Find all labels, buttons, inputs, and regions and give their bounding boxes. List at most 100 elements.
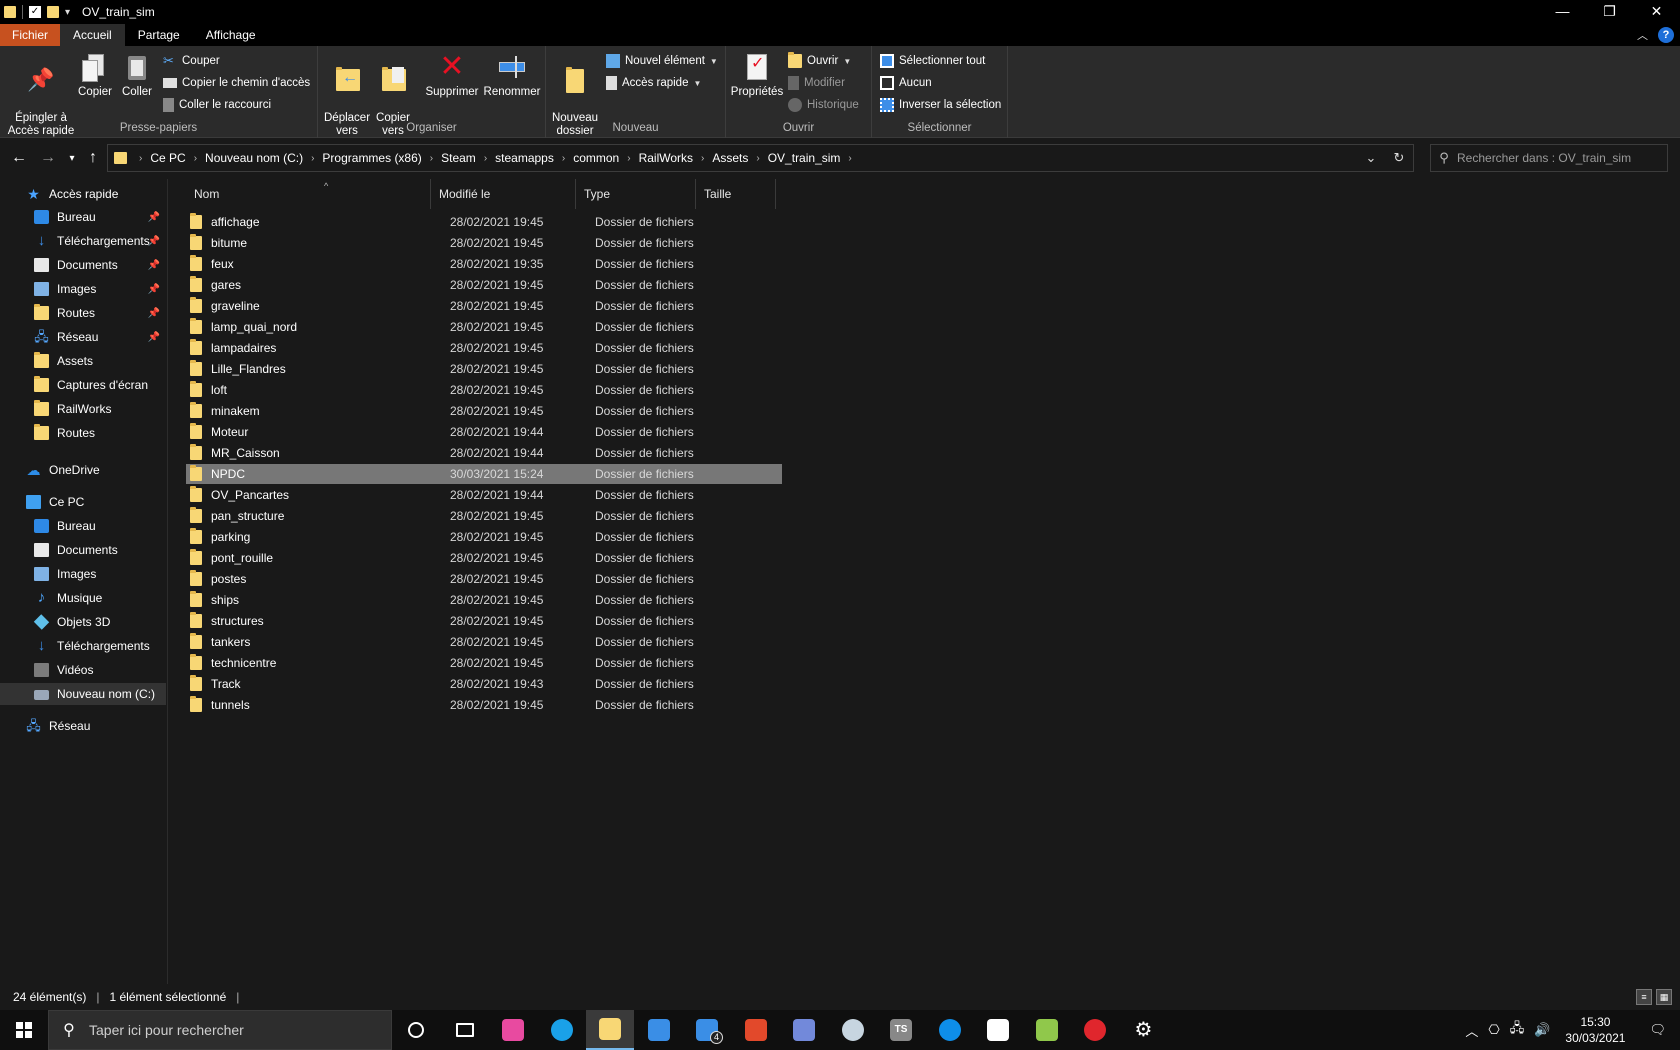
chevron-right-icon[interactable]: › [480, 153, 491, 164]
nav-item-images[interactable]: Images 📌 [0, 278, 166, 300]
pin-icon[interactable]: 📌 [148, 236, 160, 247]
nav-item-telechargements[interactable]: ↓ Téléchargements 📌 [0, 230, 166, 252]
chevron-right-icon[interactable]: › [752, 153, 763, 164]
table-row[interactable]: affichage 28/02/2021 19:45 Dossier de fich… [186, 212, 782, 232]
invert-selection-button[interactable]: Inverser la sélection [880, 95, 1001, 115]
cut-button[interactable]: ✂ Couper [163, 51, 220, 71]
nav-item-assets[interactable]: Assets [0, 350, 166, 372]
forward-button[interactable]: → [38, 149, 58, 167]
office-taskbar-button[interactable] [732, 1010, 780, 1050]
chevron-right-icon[interactable]: › [844, 153, 855, 164]
properties-button[interactable]: ✓ Propriétés [728, 52, 786, 99]
table-row[interactable]: graveline 28/02/2021 19:45 Dossier de fich… [186, 296, 782, 316]
chevron-right-icon[interactable]: › [623, 153, 634, 164]
nav-network[interactable]: 🖧 Réseau [0, 715, 166, 737]
recent-locations-button[interactable]: ▾ [62, 153, 82, 164]
task-view-taskbar-button[interactable] [441, 1010, 489, 1050]
breadcrumb-common[interactable]: common [569, 151, 623, 165]
table-row[interactable]: structures 28/02/2021 19:45 Dossier de fic… [186, 611, 782, 631]
up-button[interactable]: ↑ [83, 149, 103, 167]
table-row[interactable]: Lille_Flandres 28/02/2021 19:45 Dossier de… [186, 359, 782, 379]
table-row[interactable]: lamp_quai_nord 28/02/2021 19:45 Dossier de… [186, 317, 782, 337]
teamviewer-taskbar-button[interactable] [926, 1010, 974, 1050]
copy-button[interactable]: Copier [76, 52, 114, 99]
copy-path-button[interactable]: Copier le chemin d'accès [163, 73, 310, 93]
meet-now-icon[interactable]: ⎔ [1483, 1022, 1504, 1038]
table-row[interactable]: Moteur 28/02/2021 19:44 Dossier de fichier… [186, 422, 782, 442]
breadcrumb-assets[interactable]: Assets [708, 151, 752, 165]
notifications-icon[interactable]: 🗨 [1635, 1022, 1680, 1038]
details-view-icon[interactable]: ≡ [1636, 989, 1652, 1005]
breadcrumb-ce-pc[interactable]: Ce PC [146, 151, 189, 165]
opera-taskbar-button[interactable] [1071, 1010, 1119, 1050]
table-row[interactable]: minakem 28/02/2021 19:45 Dossier de fichie… [186, 401, 782, 421]
volume-icon[interactable]: 🔊 [1529, 1022, 1555, 1038]
edit-button[interactable]: Modifier [788, 73, 845, 93]
breadcrumb-ov-train-sim[interactable]: OV_train_sim [764, 151, 845, 165]
table-row[interactable]: pont_rouille 28/02/2021 19:45 Dossier de f… [186, 548, 782, 568]
settings-taskbar-button[interactable]: ⚙ [1120, 1010, 1168, 1050]
chevron-down-icon[interactable]: ⌄ [1357, 150, 1385, 166]
rename-button[interactable]: Renommer [482, 52, 542, 99]
nav-item-routes-2[interactable]: Routes [0, 422, 166, 444]
breadcrumb-drive[interactable]: Nouveau nom (C:) [201, 151, 307, 165]
breadcrumb-steamapps[interactable]: steamapps [491, 151, 558, 165]
minimize-button[interactable]: — [1539, 0, 1586, 24]
refresh-icon[interactable]: ↻ [1385, 150, 1413, 166]
nav-item-documents[interactable]: Documents 📌 [0, 254, 166, 276]
nav-item-captures[interactable]: Captures d'écran [0, 374, 166, 396]
new-folder-icon[interactable] [47, 6, 59, 18]
nav-pc-drive-c[interactable]: Nouveau nom (C:) [0, 683, 166, 705]
steam-taskbar-button[interactable] [829, 1010, 877, 1050]
file-explorer-taskbar-button[interactable] [586, 1010, 634, 1050]
large-icons-view-icon[interactable]: ▦ [1656, 989, 1672, 1005]
column-header-size[interactable]: Taille [696, 179, 776, 209]
delete-button[interactable]: ✕ Supprimer [422, 52, 482, 99]
taskbar-search[interactable]: ⚲ Taper ici pour rechercher [48, 1010, 392, 1050]
nav-item-routes[interactable]: Routes 📌 [0, 302, 166, 324]
table-row[interactable]: ships 28/02/2021 19:45 Dossier de fichiers [186, 590, 782, 610]
nav-quick-access[interactable]: ★ Accès rapide [0, 183, 166, 205]
pin-icon[interactable]: 📌 [148, 212, 160, 223]
discord-taskbar-button[interactable] [780, 1010, 828, 1050]
pin-icon[interactable]: 📌 [148, 260, 160, 271]
table-row[interactable]: feux 28/02/2021 19:35 Dossier de fichiers [186, 254, 782, 274]
table-row[interactable]: tankers 28/02/2021 19:45 Dossier de fichie… [186, 632, 782, 652]
history-button[interactable]: Historique [788, 95, 859, 115]
table-row[interactable]: loft 28/02/2021 19:45 Dossier de fichiers [186, 380, 782, 400]
cortana-taskbar-button[interactable] [392, 1010, 440, 1050]
table-row[interactable]: OV_Pancartes 28/02/2021 19:44 Dossier de f… [186, 485, 782, 505]
mail-taskbar-button[interactable]: 4 [683, 1010, 731, 1050]
ts-taskbar-button[interactable]: TS [877, 1010, 925, 1050]
nav-item-bureau[interactable]: Bureau 📌 [0, 206, 166, 228]
table-row[interactable]: NPDC 30/03/2021 15:24 Dossier de fichiers [186, 464, 782, 484]
pin-icon[interactable]: 📌 [148, 332, 160, 343]
column-header-type[interactable]: Type [576, 179, 696, 209]
nav-item-reseau-pinned[interactable]: 🖧 Réseau 📌 [0, 326, 166, 348]
table-row[interactable]: gares 28/02/2021 19:45 Dossier de fichiers [186, 275, 782, 295]
nav-onedrive[interactable]: ☁ OneDrive [0, 459, 166, 481]
tab-accueil[interactable]: Accueil [60, 24, 125, 46]
chevron-up-icon[interactable]: ︿ [1460, 1021, 1483, 1040]
help-icon[interactable]: ? [1658, 27, 1674, 43]
breadcrumb-steam[interactable]: Steam [437, 151, 480, 165]
select-all-button[interactable]: Sélectionner tout [880, 51, 985, 71]
open-button[interactable]: Ouvrir ▼ [788, 51, 851, 71]
nav-item-railworks[interactable]: RailWorks [0, 398, 166, 420]
table-row[interactable]: parking 28/02/2021 19:45 Dossier de fichie… [186, 527, 782, 547]
breadcrumb-railworks[interactable]: RailWorks [635, 151, 697, 165]
nav-pc-bureau[interactable]: Bureau [0, 515, 166, 537]
table-row[interactable]: bitume 28/02/2021 19:45 Dossier de fichier… [186, 233, 782, 253]
pin-icon[interactable]: 📌 [148, 284, 160, 295]
nav-pc-objets-3d[interactable]: Objets 3D [0, 611, 166, 633]
table-row[interactable]: Track 28/02/2021 19:43 Dossier de fichiers [186, 674, 782, 694]
customize-toolbar-icon[interactable]: ▾ [65, 7, 70, 18]
restore-button[interactable]: ❐ [1586, 0, 1633, 24]
column-header-date[interactable]: Modifié le [431, 179, 576, 209]
chevron-right-icon[interactable]: › [426, 153, 437, 164]
chevron-right-icon[interactable]: › [190, 153, 201, 164]
address-bar[interactable]: › Ce PC › Nouveau nom (C:) › Programmes … [107, 144, 1414, 172]
table-row[interactable]: postes 28/02/2021 19:45 Dossier de fichier… [186, 569, 782, 589]
network-icon[interactable]: 🖧 [1505, 1019, 1530, 1041]
chevron-up-icon[interactable]: ︿ [1637, 27, 1648, 43]
